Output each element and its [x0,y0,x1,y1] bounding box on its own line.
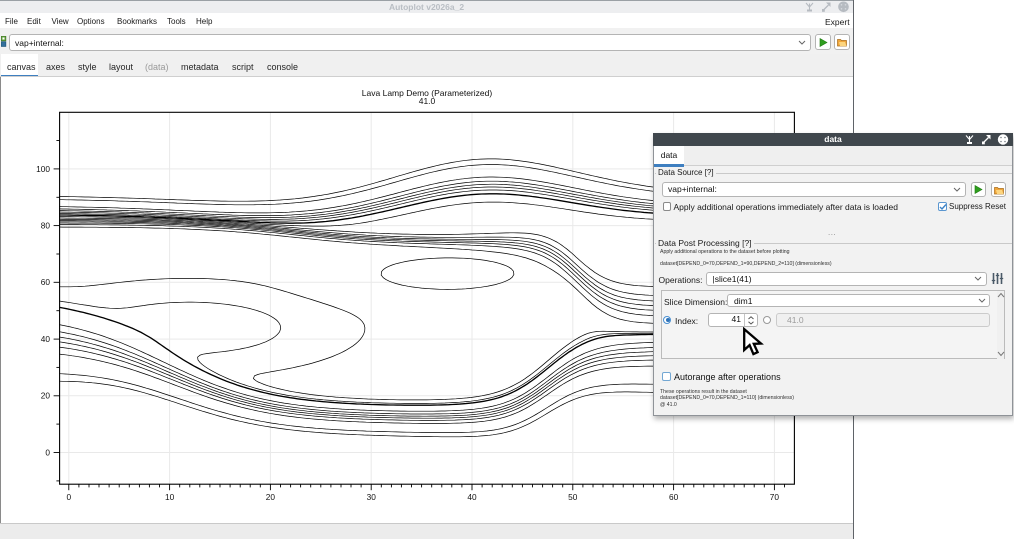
svg-text:0: 0 [45,447,50,457]
svg-text:10: 10 [165,492,175,502]
svg-text:60: 60 [41,277,51,287]
svg-text:40: 40 [467,492,477,502]
svg-text:80: 80 [41,221,51,231]
svg-text:0: 0 [66,492,71,502]
svg-text:40: 40 [41,334,51,344]
svg-text:100: 100 [36,164,50,174]
svg-text:60: 60 [669,492,679,502]
svg-text:30: 30 [367,492,377,502]
svg-text:20: 20 [41,391,51,401]
svg-text:20: 20 [266,492,276,502]
svg-text:50: 50 [568,492,578,502]
svg-text:70: 70 [770,492,780,502]
